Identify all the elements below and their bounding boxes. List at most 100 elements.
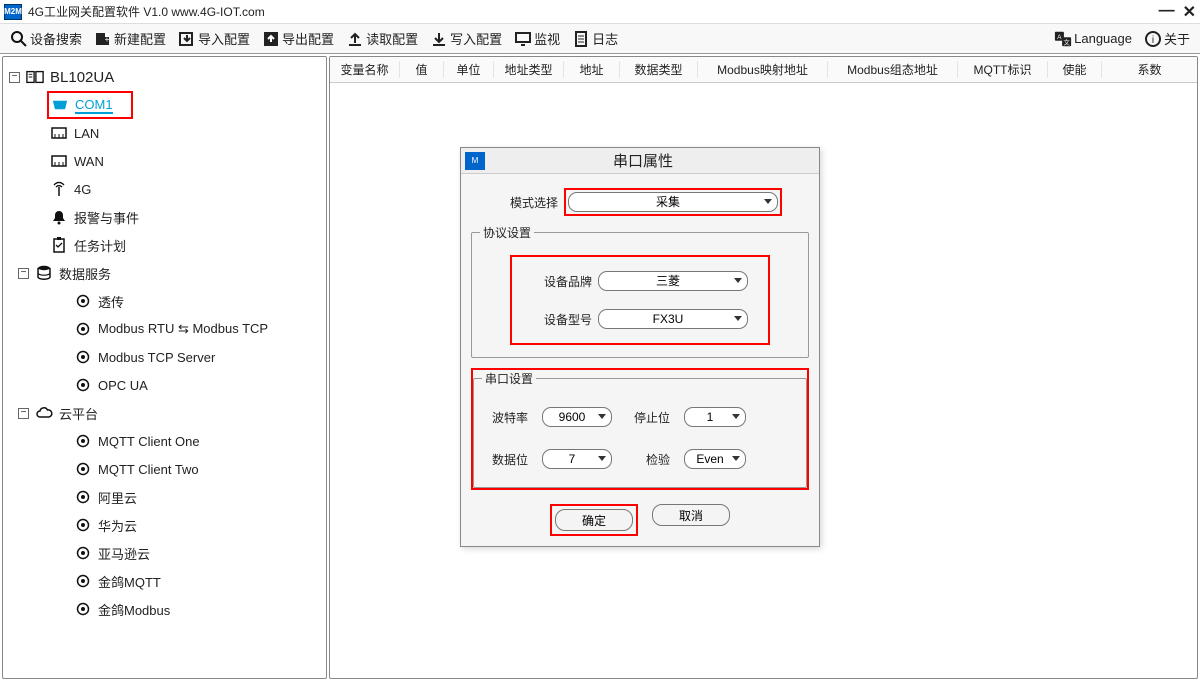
minimize-button[interactable]: —	[1159, 2, 1175, 22]
target-icon	[74, 489, 92, 505]
tree-huawei[interactable]: 华为云	[7, 511, 322, 539]
tree-root[interactable]: − BL102UA	[7, 63, 322, 91]
tree-king-mqtt-label: 金鸽MQTT	[98, 572, 161, 591]
col-modbusgroup[interactable]: Modbus组态地址	[828, 61, 958, 78]
tree-passthrough-label: 透传	[98, 292, 124, 311]
stopbits-select[interactable]: 1	[684, 407, 746, 427]
tree-com1-label: COM1	[75, 97, 113, 114]
collapse-icon[interactable]: −	[18, 408, 29, 419]
tree-mqtt-client-one[interactable]: MQTT Client One	[7, 427, 322, 455]
tree-modbus-rtu-tcp[interactable]: Modbus RTU ⇆ Modbus TCP	[7, 315, 322, 343]
model-select[interactable]: FX3U	[598, 309, 748, 329]
model-label: 设备型号	[532, 311, 592, 328]
tree-modbus-tcp-server[interactable]: Modbus TCP Server	[7, 343, 322, 371]
toolbar-export[interactable]: 导出配置	[256, 27, 340, 50]
brand-select[interactable]: 三菱	[598, 271, 748, 291]
tree-task[interactable]: 任务计划	[7, 231, 322, 259]
toolbar-write-label: 写入配置	[450, 29, 502, 48]
databits-label: 数据位	[484, 451, 528, 468]
serial-legend: 串口设置	[482, 370, 536, 387]
toolbar-about-label: 关于	[1164, 29, 1190, 48]
collapse-icon[interactable]: −	[9, 72, 20, 83]
tree-modbus-tcp-server-label: Modbus TCP Server	[98, 350, 215, 365]
toolbar-import[interactable]: 导入配置	[172, 27, 256, 50]
variable-table-header: 变量名称 值 单位 地址类型 地址 数据类型 Modbus映射地址 Modbus…	[330, 57, 1197, 83]
log-icon	[572, 30, 590, 48]
cancel-button[interactable]: 取消	[652, 504, 730, 526]
toolbar-write[interactable]: 写入配置	[424, 27, 508, 50]
dialog-title: 串口属性	[491, 150, 795, 171]
antenna-icon	[50, 181, 68, 197]
mode-select[interactable]: 采集	[568, 192, 778, 212]
col-value[interactable]: 值	[400, 61, 444, 78]
col-mqtt[interactable]: MQTT标识	[958, 61, 1048, 78]
app-icon: M2M	[4, 4, 22, 20]
toolbar-log[interactable]: 日志	[566, 27, 624, 50]
ok-button[interactable]: 确定	[555, 509, 633, 531]
svg-text:文: 文	[1064, 37, 1071, 46]
tree-passthrough[interactable]: 透传	[7, 287, 322, 315]
col-modbusmap[interactable]: Modbus映射地址	[698, 61, 828, 78]
serial-fieldset: 串口设置 波特率 9600 停止位 1 数据位 7 检验 Even	[473, 370, 807, 488]
protocol-fieldset: 协议设置 设备品牌 三菱 设备型号 FX3U	[471, 224, 809, 358]
target-icon	[74, 433, 92, 449]
target-icon	[74, 573, 92, 589]
tree-alarm[interactable]: 报警与事件	[7, 203, 322, 231]
info-icon: i	[1144, 30, 1162, 48]
collapse-icon[interactable]: −	[18, 268, 29, 279]
toolbar-monitor[interactable]: 监视	[508, 27, 566, 50]
device-icon	[26, 69, 44, 85]
tree-aws[interactable]: 亚马逊云	[7, 539, 322, 567]
target-icon	[74, 601, 92, 617]
tree-task-label: 任务计划	[74, 236, 126, 255]
cloud-icon	[35, 405, 53, 421]
window-titlebar: M2M 4G工业网关配置软件 V1.0 www.4G-IOT.com — ✕	[0, 0, 1200, 24]
tree-com1[interactable]: COM1	[51, 94, 113, 116]
tree-cloud[interactable]: − 云平台	[7, 399, 322, 427]
close-button[interactable]: ✕	[1183, 2, 1196, 22]
parity-select[interactable]: Even	[684, 449, 746, 469]
databits-select[interactable]: 7	[542, 449, 612, 469]
dialog-titlebar[interactable]: M 串口属性	[461, 148, 819, 174]
tree-wan[interactable]: WAN	[7, 147, 322, 175]
serial-port-icon	[51, 97, 69, 113]
tree-cloud-label: 云平台	[59, 404, 98, 423]
toolbar-search[interactable]: 设备搜索	[4, 27, 88, 50]
mode-label: 模式选择	[498, 194, 558, 211]
main-content: 变量名称 值 单位 地址类型 地址 数据类型 Modbus映射地址 Modbus…	[329, 56, 1198, 679]
dialog-icon: M	[465, 152, 485, 170]
tree-king-mqtt[interactable]: 金鸽MQTT	[7, 567, 322, 595]
clipboard-icon	[50, 237, 68, 253]
col-unit[interactable]: 单位	[444, 61, 494, 78]
protocol-legend: 协议设置	[480, 224, 534, 241]
upload-icon	[346, 30, 364, 48]
tree-lan[interactable]: LAN	[7, 119, 322, 147]
col-addrtype[interactable]: 地址类型	[494, 61, 564, 78]
tree-opc-ua[interactable]: OPC UA	[7, 371, 322, 399]
tree-aws-label: 亚马逊云	[98, 544, 150, 563]
col-coef[interactable]: 系数	[1102, 61, 1197, 78]
tree-data-service[interactable]: − 数据服务	[7, 259, 322, 287]
baud-select[interactable]: 9600	[542, 407, 612, 427]
tree-king-modbus[interactable]: 金鸽Modbus	[7, 595, 322, 623]
toolbar-import-label: 导入配置	[198, 29, 250, 48]
toolbar-new[interactable]: + 新建配置	[88, 27, 172, 50]
col-addr[interactable]: 地址	[564, 61, 620, 78]
tree-aliyun[interactable]: 阿里云	[7, 483, 322, 511]
toolbar-language[interactable]: A文 Language	[1048, 28, 1138, 50]
col-enable[interactable]: 使能	[1048, 61, 1102, 78]
toolbar-about[interactable]: i 关于	[1138, 27, 1196, 50]
device-tree[interactable]: − BL102UA COM1	[2, 56, 327, 679]
parity-label: 检验	[626, 451, 670, 468]
language-icon: A文	[1054, 30, 1072, 48]
baud-label: 波特率	[484, 409, 528, 426]
col-varname[interactable]: 变量名称	[330, 61, 400, 78]
tree-4g[interactable]: 4G	[7, 175, 322, 203]
col-datatype[interactable]: 数据类型	[620, 61, 698, 78]
toolbar-read[interactable]: 读取配置	[340, 27, 424, 50]
export-icon	[262, 30, 280, 48]
database-icon	[35, 265, 53, 281]
tree-modbus-rtu-tcp-label: Modbus RTU ⇆ Modbus TCP	[98, 321, 268, 337]
tree-mqtt-client-two[interactable]: MQTT Client Two	[7, 455, 322, 483]
svg-text:i: i	[1152, 35, 1154, 46]
